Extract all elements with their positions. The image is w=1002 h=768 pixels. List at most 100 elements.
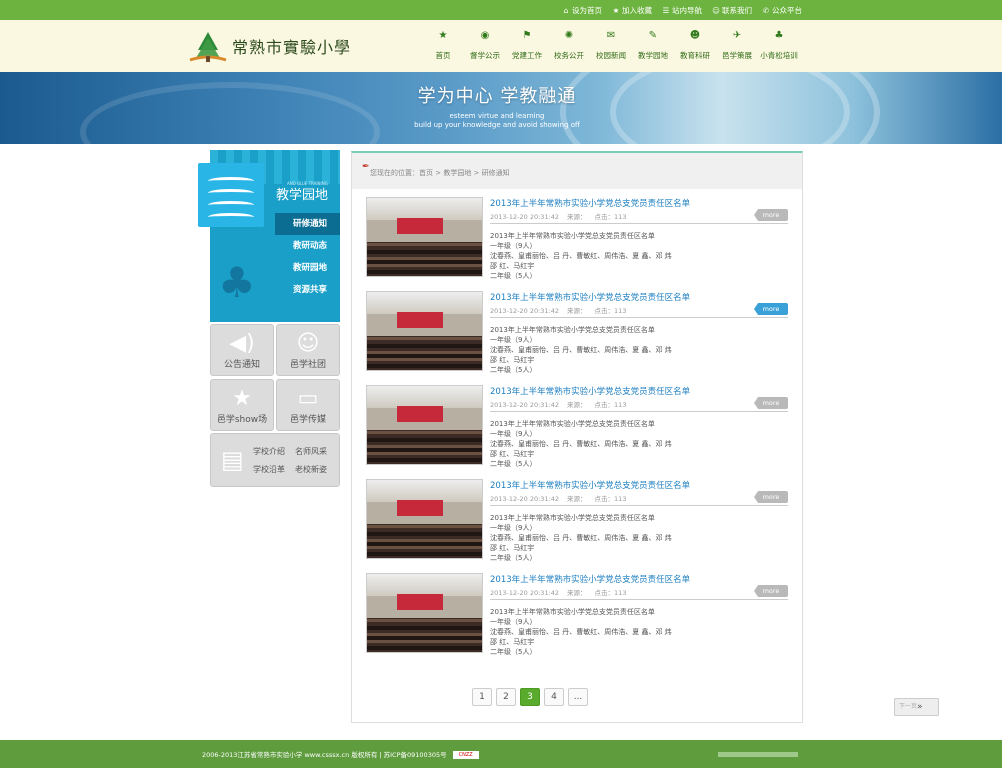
page-1-button[interactable]: 1: [472, 688, 492, 706]
nav-item-4[interactable]: ✉ 校园新闻: [590, 30, 632, 61]
link-history[interactable]: 学校沿革: [253, 464, 295, 475]
top-link-1[interactable]: ★ 加入收藏: [612, 5, 652, 16]
article-meta: 2013-12-20 20:31:42 来源： 点击：113: [490, 587, 634, 597]
sidebar-item-0[interactable]: 研修通知: [275, 213, 340, 235]
sidebar-menu: 研修通知 教研动态 教研园地 资源共享: [275, 213, 340, 301]
nav-item-3[interactable]: ✺ 校务公开: [548, 30, 590, 61]
top-link-label: 联系我们: [722, 5, 752, 15]
top-bar: ⌂ 设为首页 ★ 加入收藏 ☰ 站内导航 ☺ 联系我们 ✆ 公众平台: [0, 0, 1002, 20]
home-icon: ⌂: [563, 5, 569, 15]
chat-icon: ✉: [606, 30, 616, 41]
ellipsis-button[interactable]: ...: [568, 688, 588, 706]
sidebar-item-2[interactable]: 教研园地: [275, 257, 340, 279]
link-teachers[interactable]: 名师风采: [295, 446, 335, 457]
article-meta: 2013-12-20 20:31:42 来源： 点击：113: [490, 305, 634, 315]
page-2-button[interactable]: 2: [496, 688, 516, 706]
divider: [490, 223, 788, 224]
person-icon: ☻: [689, 30, 701, 41]
top-link-0[interactable]: ⌂ 设为首页: [562, 5, 602, 16]
pine-logo-icon: [188, 30, 228, 62]
stats-badge[interactable]: CNZZ: [452, 751, 479, 759]
sidebar-item-1[interactable]: 教研动态: [275, 235, 340, 257]
page-4-button[interactable]: 4: [544, 688, 564, 706]
tile-show[interactable]: ★ 邑学show场: [210, 379, 274, 431]
tile-label: 邑学show场: [216, 415, 268, 425]
more-button[interactable]: more: [754, 491, 788, 503]
article-item: 2013年上半年常熟市实验小学党总支党员责任区名单 2013-12-20 20:3…: [366, 479, 788, 562]
nav-item-6[interactable]: ☻ 教育科研: [674, 30, 716, 61]
divider: [490, 505, 788, 506]
sidebar-item-3[interactable]: 资源共享: [275, 279, 340, 301]
header: 常熟市實驗小學 ★ 首页 ◉ 督学公示 ⚑ 党建工作 ✺ 校务公开 ✉ 校园新闻 ✎ 教学园地 ☻ 教育科…: [0, 20, 1002, 72]
article-line: 一年级（9人）: [490, 524, 537, 532]
flag-icon: ⚑: [522, 30, 532, 41]
article-thumbnail[interactable]: [366, 479, 483, 559]
nav-item-8[interactable]: ♣ 小青松培训: [758, 30, 800, 61]
article-thumbnail[interactable]: [366, 291, 483, 371]
top-link-4[interactable]: ✆ 公众平台: [762, 5, 802, 16]
top-links: ⌂ 设为首页 ★ 加入收藏 ☰ 站内导航 ☺ 联系我们 ✆ 公众平台: [562, 0, 802, 20]
nav-label: 教学园地: [638, 51, 668, 60]
article-line: 二年级（5人）: [490, 366, 537, 374]
article-thumbnail[interactable]: [366, 385, 483, 465]
article-source: 来源：: [567, 213, 587, 221]
footer: 2006-2013江苏省常熟市实验小学 www.csssx.cn 版权所有 | …: [0, 740, 1002, 768]
school-logo[interactable]: 常熟市實驗小學: [188, 28, 368, 64]
article-line: 二年级（5人）: [490, 648, 537, 656]
article-date: 2013-12-20 20:31:42: [490, 401, 560, 409]
divider: [490, 317, 788, 318]
article-line: 2013年上半年常熟市实验小学党总支党员责任区名单: [490, 608, 655, 616]
tile-announcements[interactable]: ◀) 公告通知: [210, 324, 274, 376]
more-button[interactable]: more: [754, 585, 788, 597]
article-title-link[interactable]: 2013年上半年常熟市实验小学党总支党员责任区名单: [490, 385, 690, 397]
nav-item-2[interactable]: ⚑ 党建工作: [506, 30, 548, 61]
more-button[interactable]: more: [754, 397, 788, 409]
link-school-intro[interactable]: 学校介绍: [253, 446, 295, 457]
article-date: 2013-12-20 20:31:42: [490, 307, 560, 315]
article-thumbnail[interactable]: [366, 573, 483, 653]
article-title-link[interactable]: 2013年上半年常熟市实验小学党总支党员责任区名单: [490, 291, 690, 303]
monitor-icon: ▭: [297, 386, 319, 411]
next-page-button[interactable]: 下一页 »: [894, 698, 939, 716]
top-link-3[interactable]: ☺ 联系我们: [712, 5, 752, 16]
article-title-link[interactable]: 2013年上半年常熟市实验小学党总支党员责任区名单: [490, 479, 690, 491]
article-views: 点击：113: [594, 307, 627, 315]
article-views: 点击：113: [594, 401, 627, 409]
nav-label: 督学公示: [470, 51, 500, 60]
tile-clubs[interactable]: ☺ 邑学社团: [276, 324, 340, 376]
school-links-panel: ▤ 学校介绍 名师风采 学校沿革 老校新姿: [210, 433, 340, 487]
edit-icon: ✎: [648, 30, 658, 41]
article-thumbnail[interactable]: [366, 197, 483, 277]
banner-sub-1: esteem virtue and learning: [449, 112, 545, 120]
megaphone-icon: ✆: [762, 5, 770, 15]
more-button[interactable]: more: [754, 209, 788, 221]
breadcrumb: 您现在的位置：首页 > 教学园地 > 研修通知: [370, 169, 510, 177]
article-views: 点击：113: [594, 213, 627, 221]
nav-item-1[interactable]: ◉ 督学公示: [464, 30, 506, 61]
article-line: 2013年上半年常熟市实验小学党总支党员责任区名单: [490, 420, 655, 428]
chevron-right-icon: »: [917, 702, 923, 712]
nav-item-7[interactable]: ✈ 邑学策展: [716, 30, 758, 61]
tile-label: 公告通知: [223, 360, 260, 370]
page-3-button[interactable]: 3: [520, 688, 540, 706]
article-line: 沈春燕、皇甫丽怡、吕 丹、曹敏红、周伟浩、夏 鑫、邓 炜: [490, 252, 672, 260]
article-title-link[interactable]: 2013年上半年常熟市实验小学党总支党员责任区名单: [490, 197, 690, 209]
tile-media[interactable]: ▭ 邑学传媒: [276, 379, 340, 431]
breadcrumb-bar: ✒ 您现在的位置：首页 > 教学园地 > 研修通知: [352, 153, 802, 189]
nav-item-0[interactable]: ★ 首页: [422, 30, 464, 61]
article-line: 沈春燕、皇甫丽怡、吕 丹、曹敏红、周伟浩、夏 鑫、邓 炜: [490, 628, 672, 636]
article-title-link[interactable]: 2013年上半年常熟市实验小学党总支党员责任区名单: [490, 573, 690, 585]
more-button[interactable]: more: [754, 303, 788, 315]
article-line: 二年级（5人）: [490, 272, 537, 280]
pin-icon: ✒: [362, 162, 370, 172]
nav-label: 小青松培训: [760, 51, 798, 60]
banner: 学为中心 学教融通 esteem virtue and learning bui…: [0, 72, 1002, 144]
user-icon: ☺: [712, 5, 720, 15]
nav-label: 校务公开: [554, 51, 584, 60]
nav-item-5[interactable]: ✎ 教学园地: [632, 30, 674, 61]
article-source: 来源：: [567, 401, 587, 409]
star-icon: ★: [438, 30, 448, 41]
tile-label: 邑学传媒: [289, 415, 326, 425]
top-link-2[interactable]: ☰ 站内导航: [662, 5, 702, 16]
link-old-campus[interactable]: 老校新姿: [295, 464, 335, 475]
